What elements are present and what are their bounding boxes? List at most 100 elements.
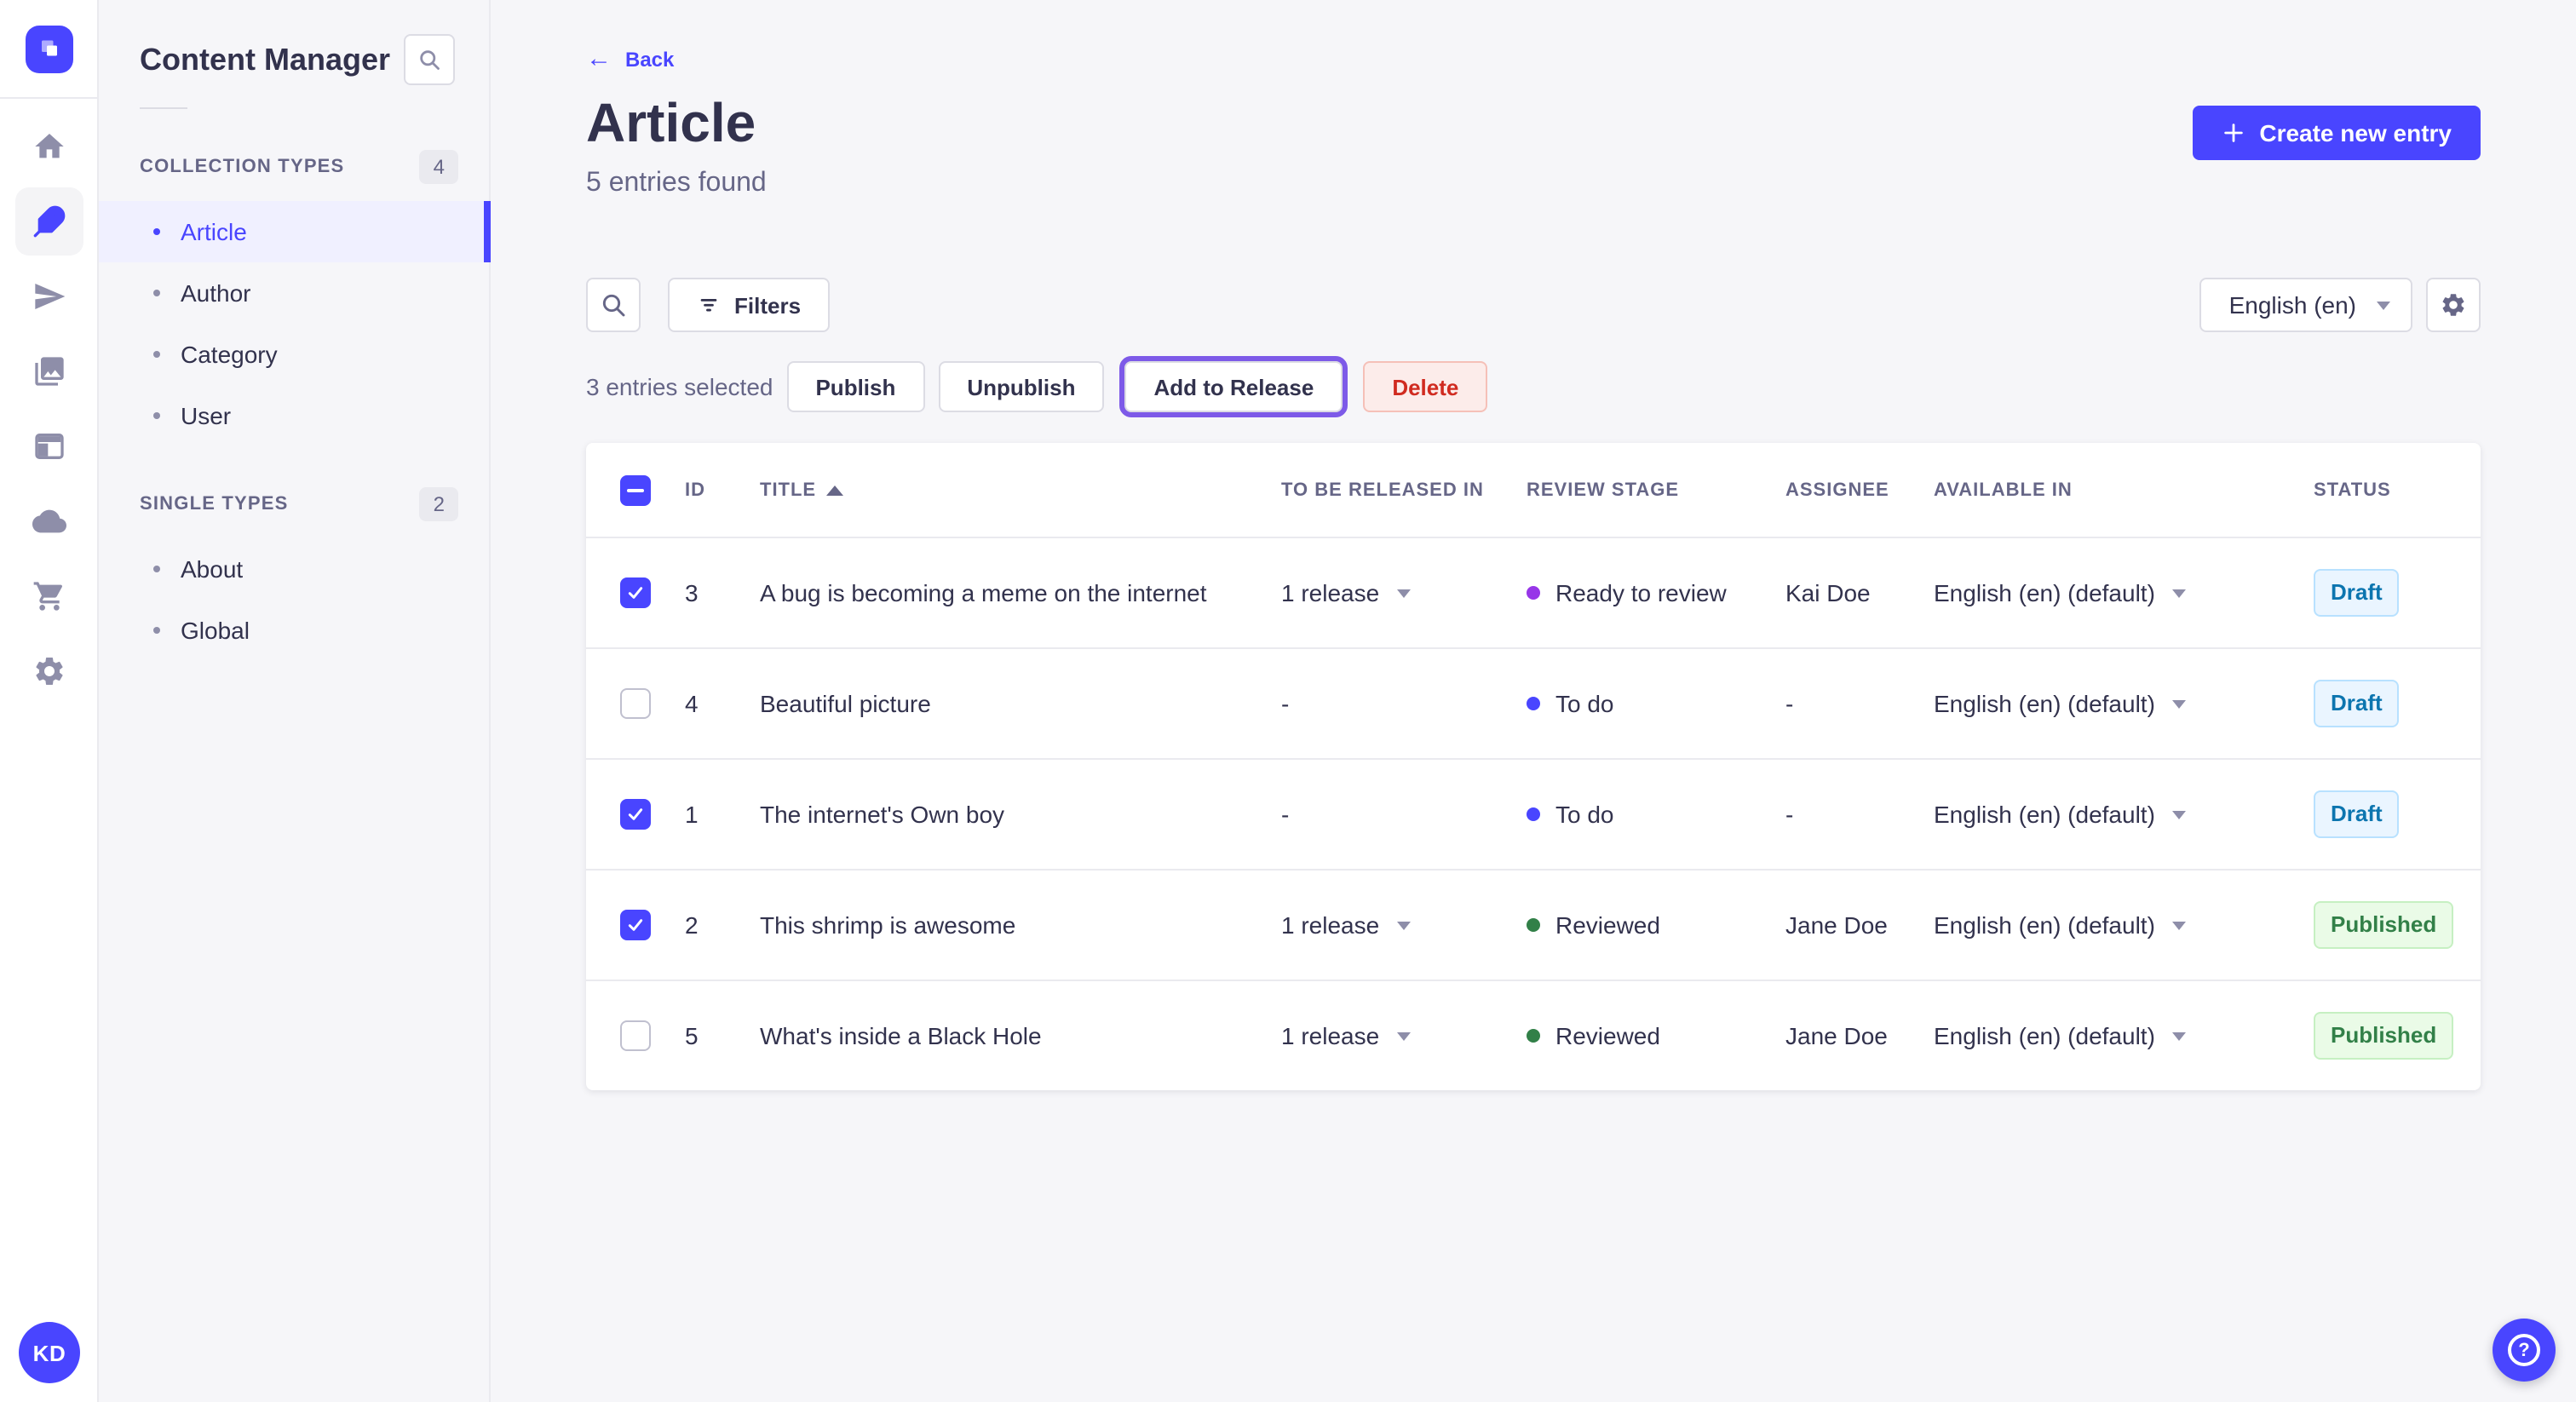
cell-locale: English (en) (default) [1930,911,2310,939]
search-icon [420,50,440,70]
cell-review-stage: Ready to review [1523,579,1782,606]
entries-table: ID TITLE TO BE RELEASED IN REVIEW STAGE … [586,443,2481,1090]
cell-review-stage: Reviewed [1523,911,1782,939]
single-types-count-badge: 2 [419,487,458,521]
home-icon [34,134,63,158]
cell-release: - [1281,690,1290,717]
column-header-id[interactable]: ID [681,480,756,500]
view-settings-button[interactable] [2426,278,2481,332]
column-header-available-in: AVAILABLE IN [1934,480,2073,500]
shopping-cart-icon [32,582,61,611]
stage-dot [1527,586,1540,600]
sidebar-item-category[interactable]: Category [99,324,489,385]
table-row[interactable]: 1 The internet's Own boy - To do - Engli… [586,758,2481,869]
cell-assignee: - [1785,690,1794,717]
bullet-icon [153,566,160,572]
images-icon [34,357,63,386]
nav-content-manager-button[interactable] [14,187,83,256]
filters-button[interactable]: Filters [668,278,831,332]
release-dropdown-caret[interactable] [1396,589,1411,597]
cell-assignee: - [1785,801,1794,828]
cell-id: 4 [685,690,699,717]
publish-button[interactable]: Publish [786,361,925,412]
cell-release: 1 release [1278,1022,1523,1049]
locales-dropdown-caret[interactable] [2171,699,2186,708]
row-checkbox[interactable] [620,799,651,830]
cell-title: What's inside a Black Hole [760,1022,1042,1049]
cell-assignee: Jane Doe [1785,911,1888,939]
cell-review-stage: To do [1523,801,1782,828]
bullet-icon [153,290,160,296]
strapi-logo[interactable] [25,26,72,73]
row-checkbox[interactable] [620,910,651,940]
cell-assignee: Kai Doe [1785,579,1871,606]
sidebar-item-author[interactable]: Author [99,262,489,324]
bullet-icon [153,412,160,419]
cell-release: 1 release [1278,911,1523,939]
rail-nav [14,99,83,705]
sidebar-search-button[interactable] [404,34,455,85]
search-button[interactable] [586,278,641,332]
sidebar-item-about[interactable]: About [99,538,489,600]
row-checkbox[interactable] [620,1020,651,1051]
layout-icon [34,434,63,459]
nav-home-button[interactable] [14,112,83,181]
cell-title: The internet's Own boy [760,801,1005,828]
unpublish-button[interactable]: Unpublish [938,361,1105,412]
cell-id: 3 [685,579,699,606]
bullet-icon [153,351,160,358]
table-row[interactable]: 4 Beautiful picture - To do - English (e… [586,647,2481,758]
nav-releases-button[interactable] [14,262,83,330]
cell-locale: English (en) (default) [1930,690,2310,717]
delete-button[interactable]: Delete [1363,361,1488,412]
back-link[interactable]: ← Back [586,46,674,72]
collection-types-section: COLLECTION TYPES 4 Article Author Catego… [99,150,491,446]
locales-dropdown-caret[interactable] [2171,1031,2186,1040]
locales-dropdown-caret[interactable] [2171,921,2186,929]
sidebar-title: Content Manager [140,42,391,76]
column-header-to-be-released-in: TO BE RELEASED IN [1281,480,1484,500]
row-checkbox[interactable] [620,688,651,719]
stage-dot [1527,697,1540,710]
cell-review-stage: Reviewed [1523,1022,1782,1049]
table-row[interactable]: 2 This shrimp is awesome 1 release Revie… [586,869,2481,980]
nav-marketplace-button[interactable] [14,562,83,630]
filter-icon [700,299,717,312]
row-checkbox[interactable] [620,577,651,608]
locale-select[interactable]: English (en) [2199,278,2412,332]
release-dropdown-caret[interactable] [1396,1031,1411,1040]
help-button[interactable]: ? [2493,1319,2556,1382]
column-header-title[interactable]: TITLE [756,480,1278,500]
status-badge: Published [2314,901,2454,949]
stage-dot [1527,807,1540,821]
back-arrow-icon: ← [586,44,612,73]
page-title: Article [586,92,756,153]
create-new-entry-button[interactable]: Create new entry [2193,106,2481,160]
bullet-icon [153,627,160,634]
nav-content-type-builder-button[interactable] [14,412,83,480]
nav-deploy-button[interactable] [14,487,83,555]
cell-id: 2 [685,911,699,939]
locales-dropdown-caret[interactable] [2171,810,2186,819]
add-to-release-button[interactable]: Add to Release [1119,356,1348,417]
status-badge: Draft [2314,680,2400,727]
nav-settings-button[interactable] [14,637,83,705]
cell-review-stage: To do [1523,690,1782,717]
release-dropdown-caret[interactable] [1396,921,1411,929]
locales-dropdown-caret[interactable] [2171,589,2186,597]
search-icon [602,294,625,317]
sidebar-divider [140,107,187,109]
sidebar-item-article[interactable]: Article [99,201,491,262]
nav-media-library-button[interactable] [14,337,83,405]
strapi-logo-icon [41,40,56,56]
sidebar-item-user[interactable]: User [99,385,489,446]
select-all-checkbox[interactable] [620,474,651,505]
user-avatar[interactable]: KD [19,1322,80,1383]
status-badge: Published [2314,1012,2454,1060]
stage-dot [1527,1029,1540,1043]
cell-assignee: Jane Doe [1785,1022,1888,1049]
table-row[interactable]: 5 What's inside a Black Hole 1 release R… [586,980,2481,1090]
main-content: ← Back Article 5 entries found Create ne… [491,0,2576,1402]
sidebar-item-global[interactable]: Global [99,600,489,661]
table-row[interactable]: 3 A bug is becoming a meme on the intern… [586,537,2481,647]
